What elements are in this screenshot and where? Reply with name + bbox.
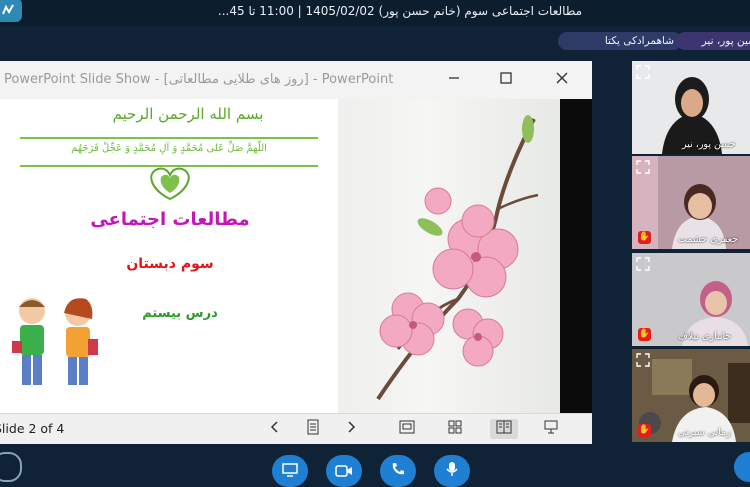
slide-canvas[interactable]: بسم الله الرحمن الرحیم اللّهمَّ صَلِّ عَ… [0,99,560,413]
minimize-icon[interactable] [444,70,464,90]
meeting-topbar: مطالعات اجتماعی سوم (خانم حسن پور) 1405/… [0,0,750,26]
powerpoint-statusbar: Slide 2 of 4 [0,413,592,444]
participant-video-tile[interactable]: ✋ جانبازی نیلاف [632,253,750,346]
participant-video-tile[interactable]: حسن پور، نیر [632,61,750,154]
microphone-icon [445,461,459,481]
raised-hand-icon: ✋ [638,231,651,244]
slide-grade: سوم دبستان [126,256,214,272]
participant-video-tile[interactable]: ✋ جعفری حشمت [632,156,750,249]
participant-name: زمانی سیرتی [678,427,731,438]
slide-letterbox [560,99,592,413]
expand-icon[interactable] [636,257,650,271]
next-slide-icon[interactable] [340,419,362,439]
slide-salawat: اللّهمَّ صَلِّ عَلی مُحَمَّدٍ وَ آلِ مُح… [71,143,267,154]
expand-icon[interactable] [636,160,650,174]
powerpoint-window: PowerPoint Slide Show - [روز های طلایی م… [0,61,592,444]
powerpoint-titlebar[interactable]: PowerPoint Slide Show - [روز های طلایی م… [0,61,592,100]
slideshow-icon[interactable] [540,419,562,439]
grid-view-icon[interactable] [444,419,466,439]
blossom-illustration [338,99,560,413]
window-title: PowerPoint Slide Show - [روز های طلایی م… [4,72,394,87]
phone-button[interactable] [380,455,416,487]
camera-button[interactable] [326,455,362,487]
raised-hand-icon: ✋ [638,328,651,341]
participant-name: حسن پور، نیر [682,139,736,150]
participant-name: جعفری حشمت [678,234,739,245]
normal-view-icon[interactable] [396,419,418,439]
slide-counter: Slide 2 of 4 [0,421,65,436]
children-illustration [8,289,108,413]
microphone-button[interactable] [434,455,470,487]
camera-icon [335,462,353,481]
ornament-icon [140,163,200,207]
share-screen-button[interactable] [272,455,308,487]
hand-raise-button[interactable] [0,452,22,482]
phone-icon [390,461,406,481]
slide-lesson: درس بیستم [142,306,218,321]
raised-hand-icon: ✋ [638,424,651,437]
more-options-button[interactable] [734,452,750,482]
slide-basmala: بسم الله الرحمن الرحیم [112,105,264,123]
slide-subject-title: مطالعات اجتماعی [90,209,250,230]
slide-sorter-icon[interactable] [302,419,324,439]
share-screen-icon [282,462,298,481]
participant-chip[interactable]: حسین پور، نیر [676,32,750,50]
participant-video-tile[interactable]: ✋ زمانی سیرتی [632,349,750,442]
close-icon[interactable] [552,70,572,90]
expand-icon[interactable] [636,65,650,79]
app-logo-icon[interactable] [0,0,22,22]
expand-icon[interactable] [636,353,650,367]
reading-view-icon[interactable] [490,419,518,439]
participant-name: جانبازی نیلاف [678,331,732,342]
previous-slide-icon[interactable] [264,419,286,439]
maximize-icon[interactable] [496,70,516,90]
meeting-title: مطالعات اجتماعی سوم (خانم حسن پور) 1405/… [217,4,583,18]
participant-chip[interactable]: شاهمرادکی یکتا [558,32,682,50]
